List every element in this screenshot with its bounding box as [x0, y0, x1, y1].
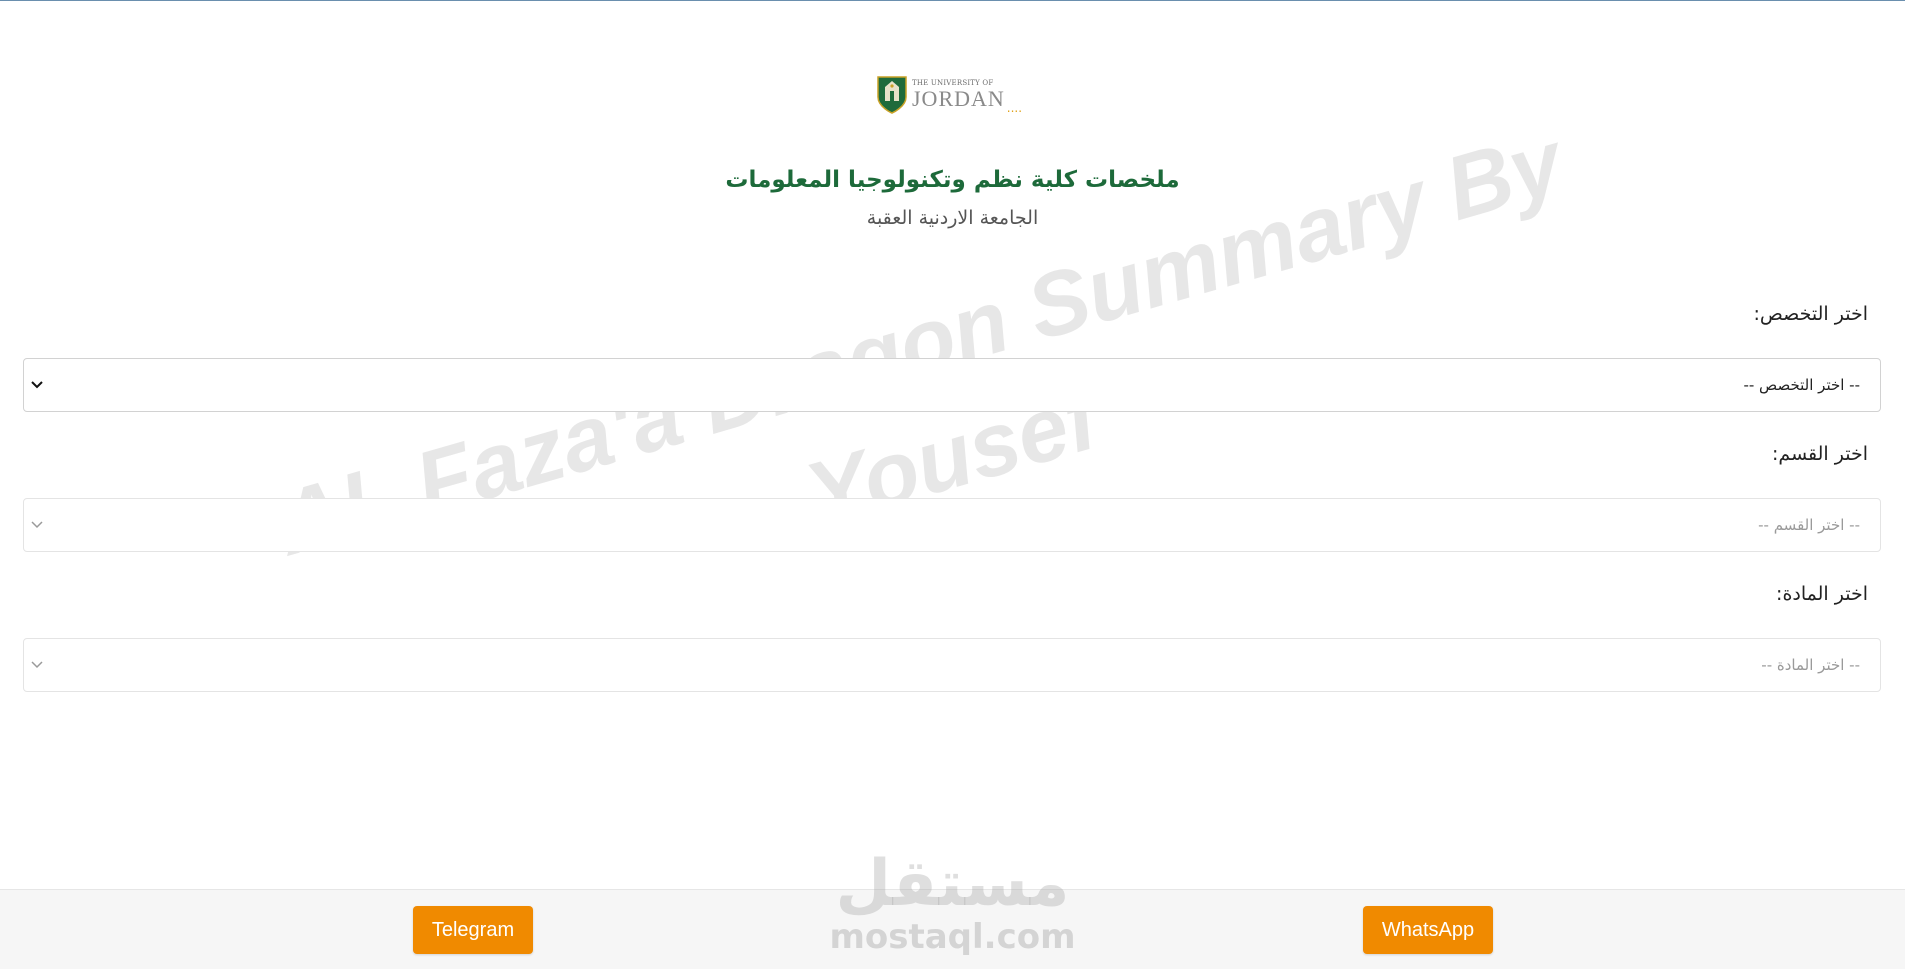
- logo-big-text: JORDAN: [912, 86, 1005, 111]
- logo-dots: ....: [1006, 101, 1023, 115]
- whatsapp-button[interactable]: WhatsApp: [1363, 906, 1493, 954]
- department-label: اختر القسم:: [1772, 443, 1868, 465]
- subject-select[interactable]: -- اختر المادة --: [23, 638, 1881, 692]
- chevron-down-icon: [30, 658, 44, 672]
- subject-selected-value: -- اختر المادة --: [1761, 656, 1860, 674]
- page-title: ملخصات كلية نظم وتكنولوجيا المعلومات: [725, 167, 1180, 193]
- specialization-select[interactable]: -- اختر التخصص --: [23, 358, 1881, 412]
- specialization-label: اختر التخصص:: [1753, 303, 1868, 325]
- specialization-selected-value: -- اختر التخصص --: [1743, 376, 1860, 394]
- telegram-button[interactable]: Telegram: [413, 906, 533, 954]
- footer-bar: Telegram WhatsApp: [0, 889, 1905, 969]
- university-seal-icon: [877, 76, 907, 114]
- page: THE UNIVERSITY OF JORDAN .... ملخصات كلي…: [0, 0, 1905, 969]
- department-select[interactable]: -- اختر القسم --: [23, 498, 1881, 552]
- page-subtitle: الجامعة الاردنية العقبة: [866, 207, 1039, 229]
- chevron-down-icon: [30, 378, 44, 392]
- department-selected-value: -- اختر القسم --: [1758, 516, 1860, 534]
- university-logo: THE UNIVERSITY OF JORDAN ....: [876, 71, 1028, 119]
- subject-label: اختر المادة:: [1776, 583, 1868, 605]
- chevron-down-icon: [30, 518, 44, 532]
